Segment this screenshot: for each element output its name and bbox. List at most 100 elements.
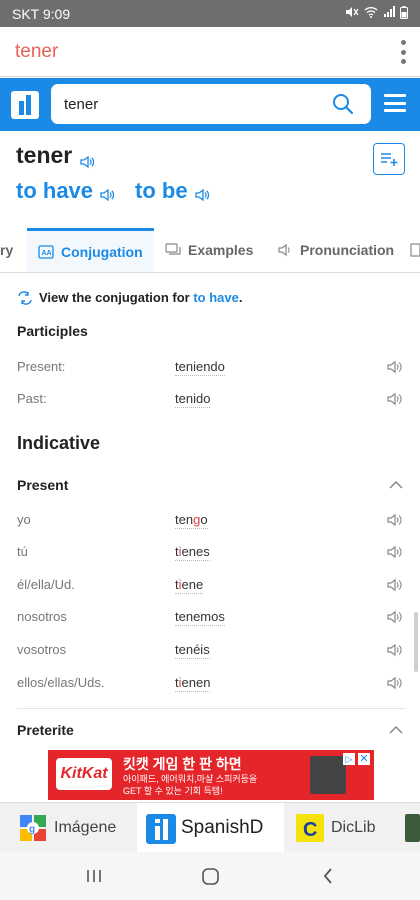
speaker-icon[interactable]: [386, 512, 404, 528]
conjugation-row: él/ella/Ud. tiene: [0, 569, 420, 601]
svg-text:AA: AA: [42, 250, 52, 257]
speaker-icon[interactable]: [386, 359, 404, 375]
app-more[interactable]: [405, 803, 420, 853]
signal-icon: [383, 6, 395, 21]
participle-row: Present: teniendo: [0, 351, 420, 383]
ad-headline: 킷캣 게임 한 판 하면: [123, 756, 242, 772]
recent-apps-icon[interactable]: [86, 868, 102, 889]
app-images[interactable]: g Imágene: [0, 803, 135, 853]
row-label: tú: [17, 544, 28, 559]
speaker-icon[interactable]: [386, 544, 404, 560]
translation-link-to-have[interactable]: to have: [16, 178, 93, 204]
view-conj-link[interactable]: to have: [193, 290, 239, 305]
page-title: tener: [15, 40, 59, 62]
row-label: nosotros: [17, 609, 67, 624]
speaker-icon[interactable]: [99, 183, 115, 202]
mute-icon: [345, 6, 359, 21]
tab-dictionary-label: ry: [0, 242, 14, 258]
conjugation-row: nosotros tenemos: [0, 601, 420, 633]
section-divider: [17, 708, 405, 709]
swap-icon: [18, 290, 32, 305]
google-images-icon: g: [18, 813, 48, 843]
speaker-icon[interactable]: [386, 642, 404, 658]
speaker-icon[interactable]: [79, 149, 95, 169]
row-value[interactable]: teniendo: [175, 359, 225, 376]
row-label: yo: [17, 512, 31, 527]
present-heading: Present: [17, 477, 69, 493]
tab-pronunciation[interactable]: Pronunciation: [277, 228, 397, 272]
app-spanishd[interactable]: SpanishD: [137, 803, 284, 853]
row-value[interactable]: tengo: [175, 512, 208, 529]
diclib-icon: C: [295, 813, 325, 843]
hamburger-menu-icon[interactable]: [384, 94, 406, 112]
svg-text:g: g: [29, 824, 35, 835]
speaker-icon[interactable]: [386, 577, 404, 593]
tab-more[interactable]: [410, 228, 420, 272]
status-carrier-time: SKT 9:09: [12, 5, 71, 22]
value-ending: ene: [181, 577, 204, 592]
overflow-menu-icon[interactable]: [400, 40, 406, 64]
tab-dictionary[interactable]: ry: [0, 228, 22, 272]
battery-icon: [400, 5, 408, 22]
row-label: Past:: [17, 391, 47, 406]
add-to-list-button[interactable]: [373, 143, 405, 175]
headword: tener: [16, 142, 95, 169]
value-stem: ten: [175, 512, 194, 527]
speaker-icon[interactable]: [386, 391, 404, 407]
participles-heading: Participles: [17, 323, 88, 339]
indicative-heading: Indicative: [17, 433, 101, 453]
value-stem: tenéis: [175, 642, 210, 657]
tab-pronunciation-label: Pronunciation: [300, 242, 395, 258]
speaker-icon: [278, 243, 290, 257]
speaker-icon[interactable]: [386, 675, 404, 691]
row-value[interactable]: tenido: [175, 391, 211, 408]
value-ending: enen: [181, 675, 211, 690]
conjugation-row: tú tienes: [0, 536, 420, 568]
tab-conjugation[interactable]: AA Conjugation: [27, 228, 154, 272]
search-input-value: tener: [64, 95, 99, 113]
svg-text:C: C: [303, 819, 317, 841]
status-icons: [345, 5, 408, 22]
tab-conjugation-label: Conjugation: [61, 243, 143, 260]
kitkat-logo: KitKat: [56, 758, 112, 790]
speaker-icon[interactable]: [386, 609, 404, 625]
ad-close-icon[interactable]: ✕: [358, 753, 370, 765]
conjugation-row: yo tengo: [0, 504, 420, 536]
view-conj-prefix: View the conjugation for: [39, 290, 194, 305]
chevron-up-icon[interactable]: [387, 723, 405, 737]
tab-examples-label: Examples: [188, 242, 254, 258]
wifi-icon: [364, 6, 378, 21]
row-label: ellos/ellas/Uds.: [17, 675, 105, 690]
row-value[interactable]: tenéis: [175, 642, 210, 659]
row-value[interactable]: tienes: [175, 544, 210, 561]
tab-examples[interactable]: Examples: [165, 228, 260, 272]
row-value[interactable]: tienen: [175, 675, 211, 692]
chevron-up-icon[interactable]: [387, 478, 405, 492]
conjugation-row: vosotros tenéis: [0, 634, 420, 666]
search-icon[interactable]: [332, 93, 354, 115]
home-icon[interactable]: [202, 868, 219, 890]
row-value[interactable]: tiene: [175, 577, 204, 594]
row-label: Present:: [17, 359, 66, 374]
app-more-icon: [405, 814, 420, 842]
spanishdict-logo-icon[interactable]: [11, 91, 39, 119]
app-title-bar: tener: [0, 27, 420, 77]
examples-icon: [165, 243, 181, 255]
ad-line2: GET 할 수 있는 기회 득템!: [123, 786, 223, 796]
tab-more-icon: [410, 243, 420, 257]
ad-info-icon[interactable]: ▷: [343, 753, 355, 765]
back-icon[interactable]: [322, 868, 334, 889]
app-spanishd-label: SpanishD: [181, 817, 264, 838]
speaker-icon[interactable]: [194, 183, 210, 202]
preterite-heading: Preterite: [17, 722, 74, 738]
app-diclib[interactable]: C DicLib: [292, 803, 402, 853]
value-stem: tenemos: [175, 609, 225, 624]
view-conjugation-note: View the conjugation for to have.: [17, 290, 242, 305]
scrollbar[interactable]: [414, 612, 418, 672]
translation-link-to-be[interactable]: to be: [135, 178, 188, 204]
app-switcher-strip: g Imágene SpanishD C DicLib: [0, 802, 420, 853]
conjugation-icon: AA: [38, 244, 54, 259]
search-input[interactable]: tener: [51, 84, 371, 124]
ad-banner[interactable]: KitKat 킷캣 게임 한 판 하면 아이패드, 에어워치,마샬 스피커등을 …: [48, 750, 374, 800]
row-value[interactable]: tenemos: [175, 609, 225, 626]
